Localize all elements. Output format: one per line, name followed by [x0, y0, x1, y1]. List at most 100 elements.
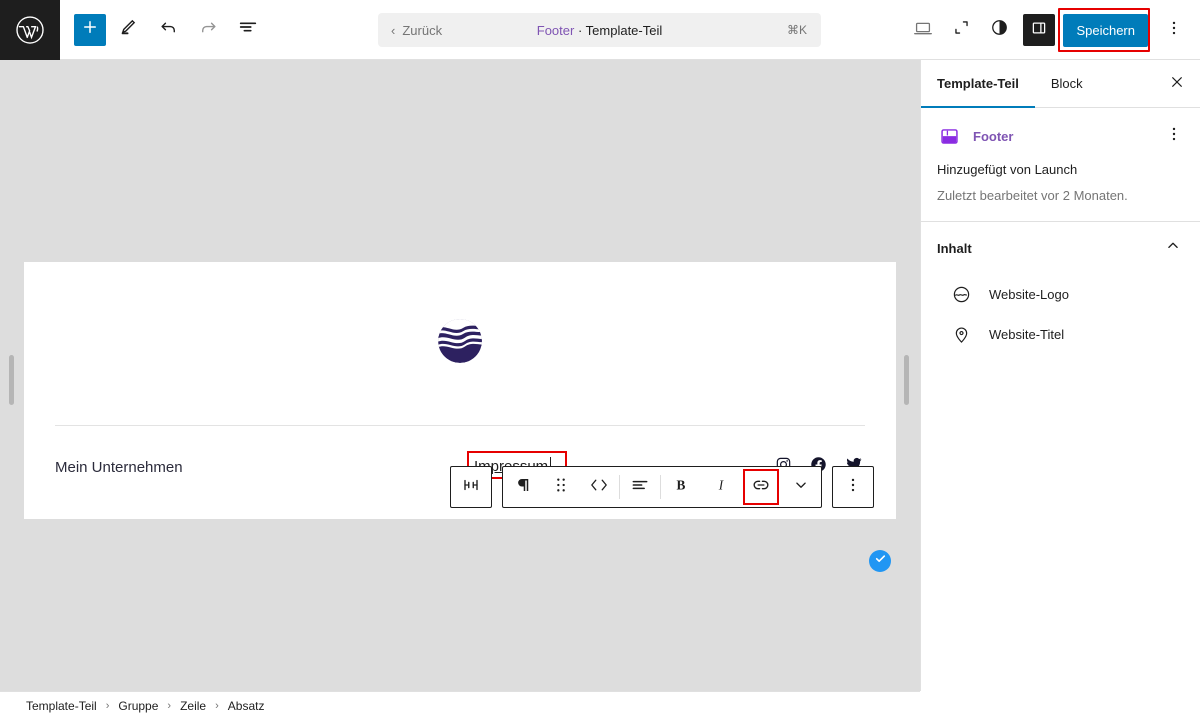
italic-button[interactable]: I [701, 467, 741, 507]
close-sidebar-button[interactable] [1160, 67, 1194, 101]
header-right-tools: Speichern [905, 0, 1192, 60]
svg-text:I: I [718, 477, 724, 492]
block-type-button[interactable] [503, 467, 543, 507]
content-item-website-logo[interactable]: Website-Logo [921, 274, 1200, 314]
header-left-tools [60, 12, 266, 48]
ellipsis-vertical-icon [1165, 125, 1183, 148]
command-bar-title: Footer · Template-Teil [378, 23, 821, 38]
block-options-button[interactable] [833, 467, 873, 507]
command-bar[interactable]: ‹ Zurück Footer · Template-Teil ⌘K [378, 13, 821, 47]
pencil-icon [118, 17, 138, 42]
block-toolbar-group-spacing [450, 466, 492, 508]
command-bar-title-rest: Template-Teil [586, 23, 663, 38]
block-toolbar-group-options [832, 466, 874, 508]
content-item-website-titel[interactable]: Website-Titel [921, 314, 1200, 354]
site-title-text[interactable]: Mein Unternehmen [55, 457, 183, 479]
redo-icon [198, 17, 219, 43]
editor-canvas[interactable]: Mein Unternehmen Impressum [0, 60, 920, 691]
save-button-wrapper: Speichern [1063, 14, 1148, 47]
block-spacing-button[interactable] [451, 467, 491, 507]
add-block-button[interactable] [74, 14, 106, 46]
canvas-resize-handle-right[interactable] [904, 355, 909, 405]
breadcrumb-separator: › [215, 700, 219, 712]
plus-icon [81, 18, 99, 41]
justify-spacing-icon [462, 476, 480, 499]
ellipsis-vertical-icon [1165, 19, 1183, 42]
chevron-up-icon [1164, 237, 1182, 260]
command-bar-shortcut: ⌘K [787, 23, 807, 37]
wordpress-logo-button[interactable] [0, 0, 60, 60]
map-pin-icon [949, 322, 973, 346]
desktop-icon [912, 17, 934, 44]
added-by-text: Hinzugefügt von Launch [921, 148, 1200, 177]
link-icon [751, 475, 771, 500]
italic-icon: I [711, 475, 731, 500]
redo-button[interactable] [190, 12, 226, 48]
back-button[interactable]: ‹ Zurück [378, 23, 442, 38]
command-bar-title-separator: · [574, 23, 585, 38]
more-formatting-button[interactable] [781, 467, 821, 507]
content-item-label: Website-Titel [989, 327, 1064, 342]
last-edited-text: Zuletzt bearbeitet vor 2 Monaten. [921, 177, 1200, 221]
breadcrumb-item-zeile[interactable]: Zeile [180, 699, 206, 713]
contrast-icon [990, 18, 1009, 42]
tab-block-label: Block [1051, 76, 1083, 91]
breadcrumb-item-absatz[interactable]: Absatz [228, 699, 265, 713]
view-device-button[interactable] [905, 12, 941, 48]
undo-button[interactable] [150, 12, 186, 48]
list-view-icon [237, 16, 259, 43]
sidebar-tabs: Template-Teil Block [921, 60, 1200, 108]
command-bar-title-accent: Footer [537, 23, 575, 38]
bold-icon: B [671, 475, 691, 500]
settings-sidebar: Template-Teil Block Fo [920, 60, 1200, 691]
sidebar-block-title: Footer [973, 129, 1013, 144]
selected-check-badge[interactable] [869, 550, 891, 572]
breadcrumb-separator: › [167, 700, 171, 712]
site-logo-icon [949, 282, 973, 306]
svg-text:B: B [677, 477, 686, 492]
drag-handle[interactable] [543, 467, 579, 507]
chevron-down-icon [792, 476, 810, 499]
block-toolbar-group-main: B I [502, 466, 822, 508]
zoom-out-button[interactable] [943, 12, 979, 48]
move-arrows-icon [587, 476, 611, 499]
paragraph-icon [514, 476, 532, 499]
tab-template-teil[interactable]: Template-Teil [921, 60, 1035, 107]
bold-button[interactable]: B [661, 467, 701, 507]
site-logo-image[interactable] [437, 318, 483, 364]
drag-dots-icon [554, 477, 568, 498]
content-item-label: Website-Logo [989, 287, 1069, 302]
chevron-left-icon: ‹ [391, 24, 395, 37]
settings-sidebar-toggle[interactable] [1023, 14, 1055, 46]
breadcrumb-item-template-teil[interactable]: Template-Teil [26, 699, 97, 713]
back-label: Zurück [402, 23, 442, 38]
editor-root: ‹ Zurück Footer · Template-Teil ⌘K [0, 0, 1200, 720]
canvas-resize-handle-left[interactable] [9, 355, 14, 405]
link-button[interactable] [741, 467, 781, 507]
tab-block[interactable]: Block [1035, 60, 1099, 107]
content-section-header[interactable]: Inhalt [921, 222, 1200, 274]
list-view-button[interactable] [230, 12, 266, 48]
footer-separator [55, 425, 865, 426]
edit-tool-button[interactable] [110, 12, 146, 48]
template-part-options-button[interactable] [1158, 120, 1190, 152]
editor-header: ‹ Zurück Footer · Template-Teil ⌘K [0, 0, 1200, 60]
breadcrumb: Template-Teil › Gruppe › Zeile › Absatz [0, 691, 920, 720]
block-toolbar: B I [450, 466, 874, 508]
wordpress-logo-icon [15, 15, 45, 45]
sidebar-block-header: Footer [921, 108, 1200, 148]
close-icon [1169, 74, 1185, 95]
tab-template-teil-label: Template-Teil [937, 76, 1019, 91]
align-text-button[interactable] [620, 467, 660, 507]
undo-icon [158, 17, 179, 43]
styles-button[interactable] [981, 12, 1017, 48]
move-blocks-button[interactable] [579, 467, 619, 507]
ellipsis-vertical-icon [844, 476, 862, 499]
expand-icon [952, 18, 971, 42]
align-left-icon [630, 475, 650, 500]
content-section-title: Inhalt [937, 241, 972, 256]
editor-options-button[interactable] [1156, 12, 1192, 48]
breadcrumb-item-gruppe[interactable]: Gruppe [118, 699, 158, 713]
save-button[interactable]: Speichern [1063, 14, 1148, 47]
breadcrumb-separator: › [106, 700, 110, 712]
